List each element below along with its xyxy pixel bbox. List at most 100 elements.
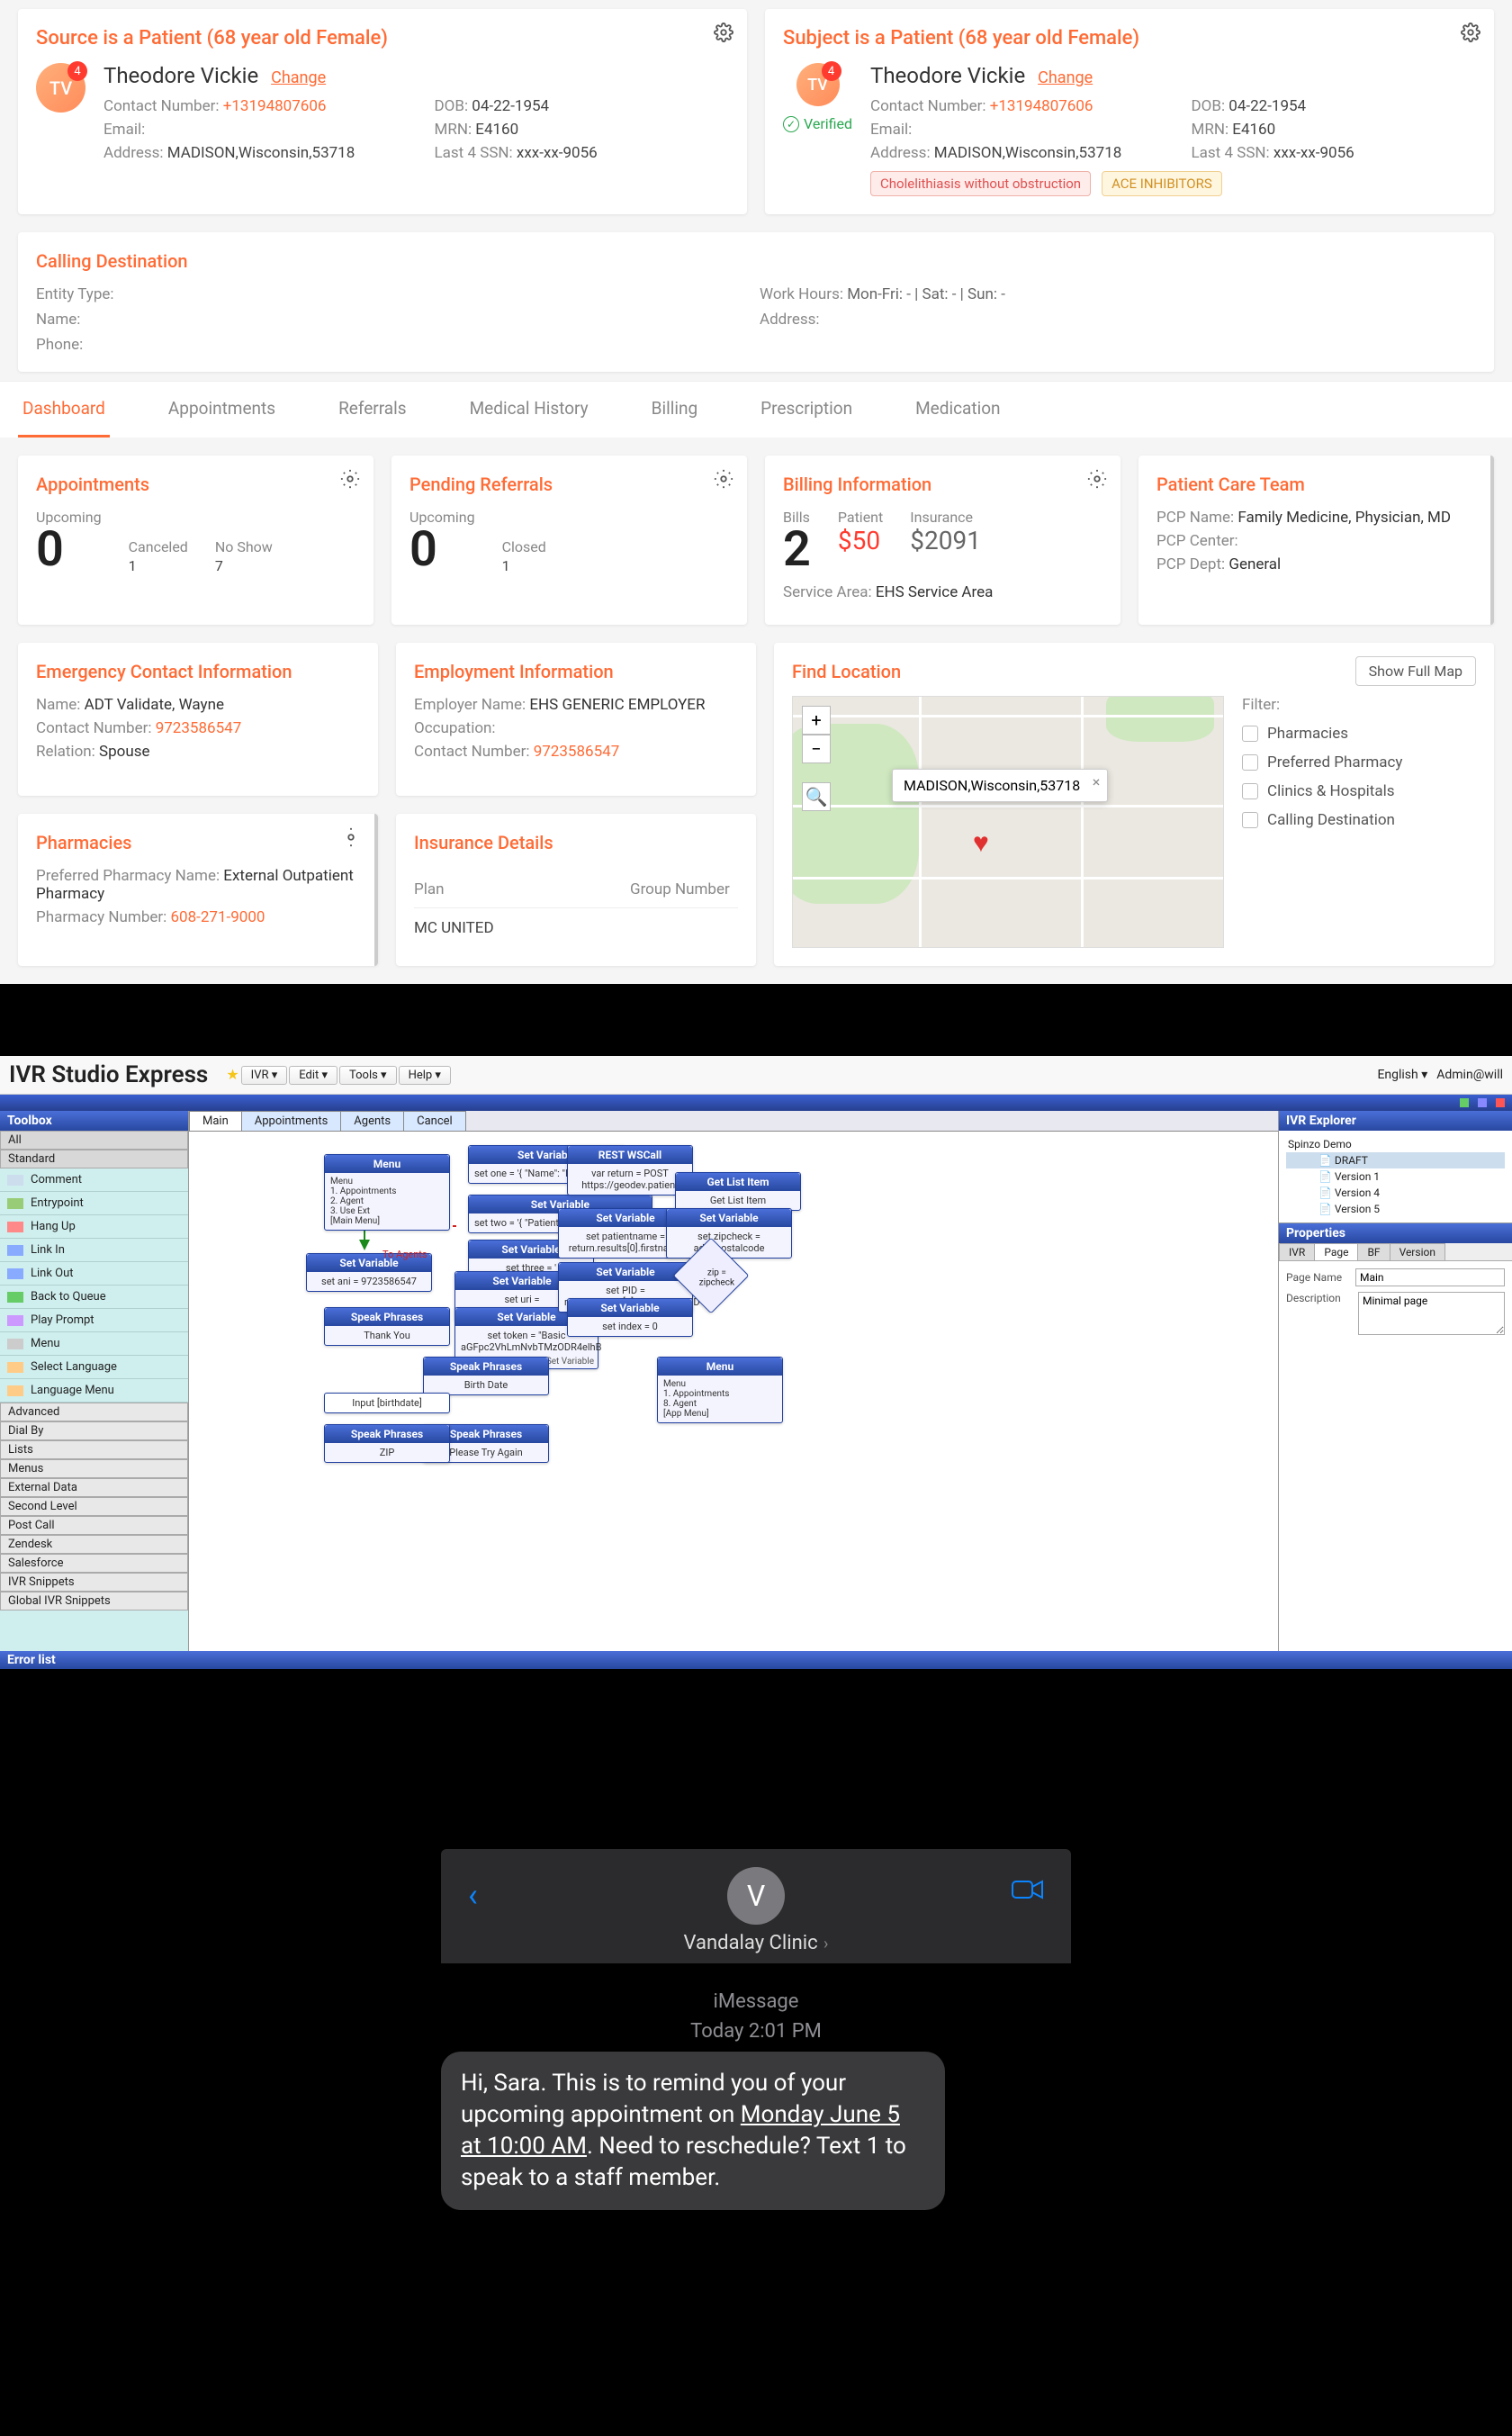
message-service: iMessage [441, 1990, 1071, 2013]
ehr-dashboard: Source is a Patient (68 year old Female)… [0, 0, 1512, 984]
video-call-icon[interactable] [1012, 1876, 1044, 1908]
tab-medical-history[interactable]: Medical History [465, 382, 593, 438]
status-dot-icon [1460, 1098, 1469, 1107]
language-select[interactable]: English ▾ [1377, 1068, 1427, 1082]
prop-tab-page[interactable]: Page [1314, 1243, 1358, 1260]
patient-name: Theodore Vickie [104, 63, 258, 88]
billing-card: Billing Information Bills2 Patient$50 In… [765, 456, 1120, 625]
toolbox-item[interactable]: Link In [0, 1239, 188, 1262]
flow-node-input[interactable]: Input [birthdate] [324, 1393, 450, 1413]
canvas-tab-agents[interactable]: Agents [340, 1111, 404, 1131]
filter-clinics-hospitals[interactable]: Clinics & Hospitals [1242, 782, 1476, 800]
toolbox-item[interactable]: Select Language [0, 1356, 188, 1379]
show-full-map-button[interactable]: Show Full Map [1355, 656, 1476, 686]
error-list-panel[interactable]: Error list [0, 1651, 1512, 1669]
toolbox-item[interactable]: Comment [0, 1168, 188, 1192]
toolbox-item[interactable]: Link Out [0, 1262, 188, 1286]
gear-icon[interactable] [340, 469, 360, 489]
toolbox-item[interactable]: Back to Queue [0, 1286, 188, 1309]
zoom-in-icon[interactable]: + [802, 706, 831, 735]
gear-icon[interactable] [714, 469, 734, 489]
message-timestamp: Today 2:01 PM [441, 2020, 1071, 2043]
employment-card: Employment Information Employer Name: EH… [396, 643, 756, 796]
gear-icon[interactable] [1461, 23, 1480, 42]
gear-icon[interactable] [341, 827, 361, 847]
toolbox-section-advanced[interactable]: Advanced [0, 1403, 188, 1421]
link-to-agents[interactable]: To Agents [382, 1249, 428, 1260]
canvas-tab-main[interactable]: Main [189, 1111, 242, 1131]
source-title: Source is a Patient (68 year old Female) [36, 27, 729, 50]
tree-item[interactable]: 📄 Version 5 [1286, 1201, 1505, 1217]
canvas-tab-cancel[interactable]: Cancel [403, 1111, 466, 1131]
toolbox-item[interactable]: Hang Up [0, 1215, 188, 1239]
tree-item[interactable]: 📄 Version 4 [1286, 1185, 1505, 1201]
toolbox-item[interactable]: Language Menu [0, 1379, 188, 1403]
ivr-studio: IVR Studio Express ★ IVR ▾ Edit ▾ Tools … [0, 1056, 1512, 1669]
contact-avatar[interactable]: V [727, 1867, 785, 1925]
filter-pharmacies[interactable]: Pharmacies [1242, 725, 1476, 743]
gear-icon[interactable] [714, 23, 734, 42]
emergency-contact-card: Emergency Contact Information Name: ADT … [18, 643, 378, 796]
prop-tab-bf[interactable]: BF [1357, 1243, 1390, 1260]
flow-node-rest-call[interactable]: REST WSCallvar return = POST https://geo… [567, 1145, 693, 1195]
flow-node-speak[interactable]: Speak PhrasesBirth Date [423, 1357, 549, 1395]
star-icon[interactable]: ★ [226, 1066, 238, 1085]
canvas-tab-appointments[interactable]: Appointments [241, 1111, 342, 1131]
back-icon[interactable]: ‹ [468, 1876, 478, 1914]
tree-item[interactable]: 📄 Version 1 [1286, 1168, 1505, 1185]
menu-edit[interactable]: Edit ▾ [289, 1066, 338, 1085]
prop-tab-version[interactable]: Version [1390, 1243, 1445, 1260]
toolbox-panel: Toolbox All Standard Comment Entrypoint … [0, 1111, 189, 1651]
search-icon[interactable]: 🔍 [802, 782, 831, 811]
toolbox-section-standard[interactable]: Standard [0, 1150, 188, 1168]
tree-item[interactable]: 📄 DRAFT [1286, 1152, 1505, 1168]
prop-tab-ivr[interactable]: IVR [1279, 1243, 1315, 1260]
menu-tools[interactable]: Tools ▾ [339, 1066, 397, 1085]
flow-node-menu[interactable]: MenuMenu 1. Appointments 8. Agent [App M… [657, 1357, 783, 1423]
diagnosis-tag[interactable]: Cholelithiasis without obstruction [870, 171, 1091, 196]
menu-help[interactable]: Help ▾ [399, 1066, 451, 1085]
contact-number[interactable]: +13194807606 [223, 97, 327, 115]
flow-canvas[interactable]: MenuMenu 1. Appointments 2. Agent 3. Use… [189, 1132, 1278, 1651]
flow-node-get-list[interactable]: Get List ItemGet List Item [675, 1172, 801, 1211]
canvas-tabs: Main Appointments Agents Cancel [189, 1111, 1278, 1132]
avatar[interactable]: TV 4 [36, 63, 86, 113]
close-icon[interactable]: × [1093, 773, 1101, 790]
message-bubble[interactable]: Hi, Sara. This is to remind you of your … [441, 2052, 945, 2210]
care-team-card: Patient Care Team PCP Name: Family Medic… [1138, 456, 1494, 625]
map[interactable]: + − 🔍 MADISON,Wisconsin,53718 × ♥ [792, 696, 1224, 948]
filter-preferred-pharmacy[interactable]: Preferred Pharmacy [1242, 753, 1476, 771]
flow-node-speak[interactable]: Speak PhrasesThank You [324, 1307, 450, 1346]
change-link[interactable]: Change [271, 68, 326, 87]
imessage-preview: ‹ V Vandalay Clinic › iMessage Today 2:0… [441, 1849, 1071, 2210]
contact-number[interactable]: +13194807606 [990, 97, 1094, 115]
description-input[interactable] [1358, 1292, 1505, 1335]
tab-dashboard[interactable]: Dashboard [18, 382, 110, 438]
flow-node-speak[interactable]: Speak PhrasesZIP [324, 1424, 450, 1463]
change-link[interactable]: Change [1038, 68, 1093, 87]
toolbox-item[interactable]: Menu [0, 1332, 188, 1356]
main-tabs: Dashboard Appointments Referrals Medical… [0, 381, 1512, 438]
tab-medication[interactable]: Medication [911, 382, 1004, 438]
gear-icon[interactable] [1087, 469, 1107, 489]
flow-node-set-variable[interactable]: Set Variableset index = 0 [567, 1298, 693, 1337]
find-location-card: Show Full Map Find Location + − 🔍 [774, 643, 1494, 966]
flow-node-set-variable[interactable]: Set Variableset zipcheck = addr.postalco… [666, 1208, 792, 1259]
menu-ivr[interactable]: IVR ▾ [241, 1066, 288, 1085]
page-name-input[interactable] [1355, 1268, 1505, 1286]
tab-prescription[interactable]: Prescription [756, 382, 857, 438]
allergy-tag[interactable]: ACE INHIBITORS [1102, 171, 1222, 196]
zoom-out-icon[interactable]: − [802, 735, 831, 763]
tab-appointments[interactable]: Appointments [164, 382, 280, 438]
contact-name[interactable]: Vandalay Clinic › [468, 1932, 1044, 1954]
tree-root[interactable]: Spinzo Demo [1286, 1136, 1505, 1152]
flow-node-menu[interactable]: MenuMenu 1. Appointments 2. Agent 3. Use… [324, 1154, 450, 1231]
filter-calling-destination[interactable]: Calling Destination [1242, 811, 1476, 829]
toolbox-section-all[interactable]: All [0, 1131, 188, 1150]
tab-referrals[interactable]: Referrals [334, 382, 411, 438]
pharmacies-card: Pharmacies Preferred Pharmacy Name: Exte… [18, 814, 378, 967]
tab-billing[interactable]: Billing [647, 382, 702, 438]
toolbox-item[interactable]: Play Prompt [0, 1309, 188, 1332]
toolbox-item[interactable]: Entrypoint [0, 1192, 188, 1215]
avatar[interactable]: TV 4 [796, 63, 840, 106]
